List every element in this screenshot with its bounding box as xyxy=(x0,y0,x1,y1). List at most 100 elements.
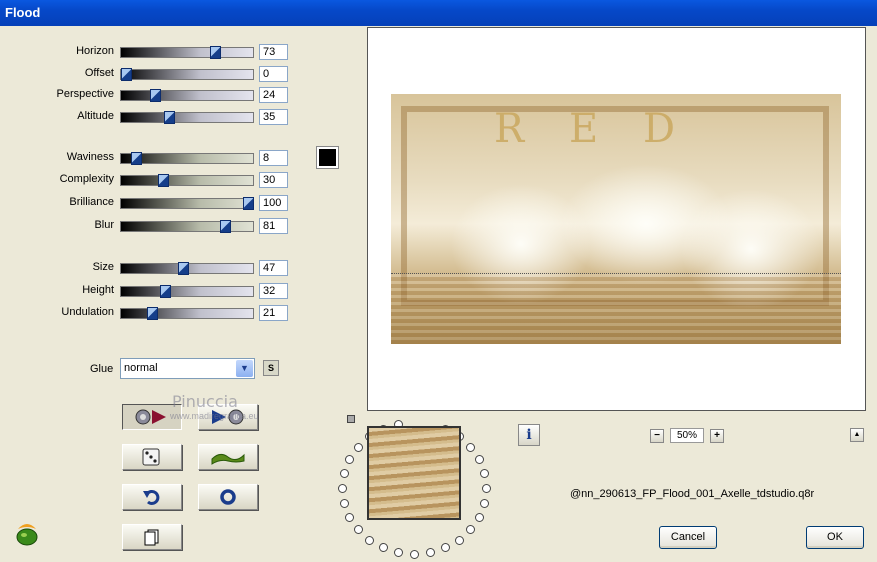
chevron-down-icon[interactable]: ▼ xyxy=(236,360,253,377)
navigator-dot[interactable] xyxy=(378,543,388,553)
slider-label: Waviness xyxy=(66,151,114,163)
cancel-button[interactable]: Cancel xyxy=(659,526,717,549)
info-icon: i xyxy=(526,427,532,443)
slider-label: Size xyxy=(92,261,114,273)
ok-button[interactable]: OK xyxy=(806,526,864,549)
navigator-dot[interactable] xyxy=(466,442,476,452)
slider-thumb[interactable] xyxy=(178,262,190,275)
navigator-dot[interactable] xyxy=(338,484,347,493)
navigator-dot[interactable] xyxy=(365,535,375,545)
navigator-dot[interactable] xyxy=(454,535,464,545)
ring-icon xyxy=(220,489,236,505)
slider-track[interactable] xyxy=(120,46,254,59)
navigator-dot[interactable] xyxy=(480,469,490,479)
slider-thumb[interactable] xyxy=(219,220,231,233)
undo-icon xyxy=(143,489,160,505)
navigator-dot[interactable] xyxy=(441,543,451,553)
undo-button[interactable] xyxy=(122,484,182,510)
navigator-thumbnail[interactable] xyxy=(367,426,461,520)
preview-letter: R xyxy=(494,106,525,152)
slider-value-input[interactable]: 21 xyxy=(259,305,288,321)
slider-track[interactable] xyxy=(120,307,254,320)
slider-value-input[interactable]: 35 xyxy=(259,109,288,125)
slider-value-input[interactable]: 32 xyxy=(259,283,288,299)
glue-select[interactable]: normal ▼ xyxy=(120,358,255,379)
navigator-dot[interactable] xyxy=(345,512,355,522)
slider-value-input[interactable]: 73 xyxy=(259,44,288,60)
slider-thumb[interactable] xyxy=(243,197,254,210)
slider-label: Complexity xyxy=(59,173,114,185)
navigator-dot[interactable] xyxy=(466,525,476,535)
navigator-dot[interactable] xyxy=(410,550,419,559)
slider-track[interactable] xyxy=(120,262,254,275)
preset-filename: @nn_290613_FP_Flood_001_Axelle_tdstudio.… xyxy=(570,488,815,500)
info-button[interactable]: i xyxy=(518,424,540,446)
watermark-text: Pinuccia xyxy=(172,392,238,411)
slider-thumb[interactable] xyxy=(121,68,132,81)
slider-value-input[interactable]: 81 xyxy=(259,218,288,234)
settings-s-button[interactable]: S xyxy=(263,360,279,376)
slider-value-input[interactable]: 8 xyxy=(259,150,288,166)
slider-thumb[interactable] xyxy=(210,46,222,59)
horizon-line xyxy=(391,273,841,274)
navigator-dot[interactable] xyxy=(474,512,484,522)
wave-icon xyxy=(211,453,245,465)
preview-letter: D xyxy=(643,106,676,152)
slider-label: Altitude xyxy=(77,110,114,122)
reset-icon xyxy=(135,409,166,425)
slider-track[interactable] xyxy=(120,220,254,233)
slider-value-input[interactable]: 47 xyxy=(259,260,288,276)
watermark-url: www.madiregrafica.eu xyxy=(170,411,259,421)
dice-button[interactable] xyxy=(122,444,182,470)
slider-label: Perspective xyxy=(56,88,114,100)
navigator-dot[interactable] xyxy=(426,548,436,558)
slider-value-input[interactable]: 30 xyxy=(259,172,288,188)
zoom-in-button[interactable]: + xyxy=(710,429,724,443)
slider-thumb[interactable] xyxy=(157,174,169,187)
slider-track[interactable] xyxy=(120,68,254,81)
slider-value-input[interactable]: 100 xyxy=(259,195,288,211)
slider-value-input[interactable]: 24 xyxy=(259,87,288,103)
slider-track[interactable] xyxy=(120,174,254,187)
ring-button[interactable] xyxy=(198,484,258,510)
slider-label: Undulation xyxy=(61,306,114,318)
wave-button[interactable] xyxy=(198,444,258,470)
navigator-dot[interactable] xyxy=(353,442,363,452)
glue-value: normal xyxy=(124,362,158,374)
copy-button[interactable] xyxy=(122,524,182,550)
navigator-dot[interactable] xyxy=(393,548,403,558)
slider-label: Height xyxy=(82,284,114,296)
zoom-out-button[interactable]: − xyxy=(650,429,664,443)
slider-track[interactable] xyxy=(120,152,254,165)
window-title: Flood xyxy=(5,5,41,20)
slider-thumb[interactable] xyxy=(163,111,175,124)
preview-image: R E D xyxy=(391,94,841,344)
slider-label: Blur xyxy=(94,219,114,231)
zoom-level: 50% xyxy=(670,428,704,443)
navigator-dot[interactable] xyxy=(345,455,355,465)
slider-label: Brilliance xyxy=(69,196,114,208)
navigator-handle[interactable] xyxy=(347,415,355,423)
navigator-dot[interactable] xyxy=(482,484,491,493)
slider-value-input[interactable]: 0 xyxy=(259,66,288,82)
preview-letter: E xyxy=(569,106,599,152)
navigator-dot[interactable] xyxy=(339,469,349,479)
preview-canvas[interactable]: R E D xyxy=(367,27,866,411)
slider-track[interactable] xyxy=(120,111,254,124)
navigator-dot[interactable] xyxy=(339,498,349,508)
navigator-dot[interactable] xyxy=(474,455,484,465)
scroll-up-button[interactable]: ▲ xyxy=(850,428,864,442)
color-swatch[interactable] xyxy=(316,146,339,169)
slider-thumb[interactable] xyxy=(146,307,158,320)
slider-track[interactable] xyxy=(120,89,254,102)
slider-thumb[interactable] xyxy=(130,152,142,165)
dice-icon xyxy=(142,448,160,466)
slider-track[interactable] xyxy=(120,285,254,298)
navigator-dot[interactable] xyxy=(480,498,490,508)
app-logo-icon[interactable] xyxy=(14,521,40,547)
slider-thumb[interactable] xyxy=(160,285,172,298)
navigator-dot[interactable] xyxy=(353,525,363,535)
slider-track[interactable] xyxy=(120,197,254,210)
slider-thumb[interactable] xyxy=(150,89,162,102)
slider-label: Horizon xyxy=(76,45,114,57)
